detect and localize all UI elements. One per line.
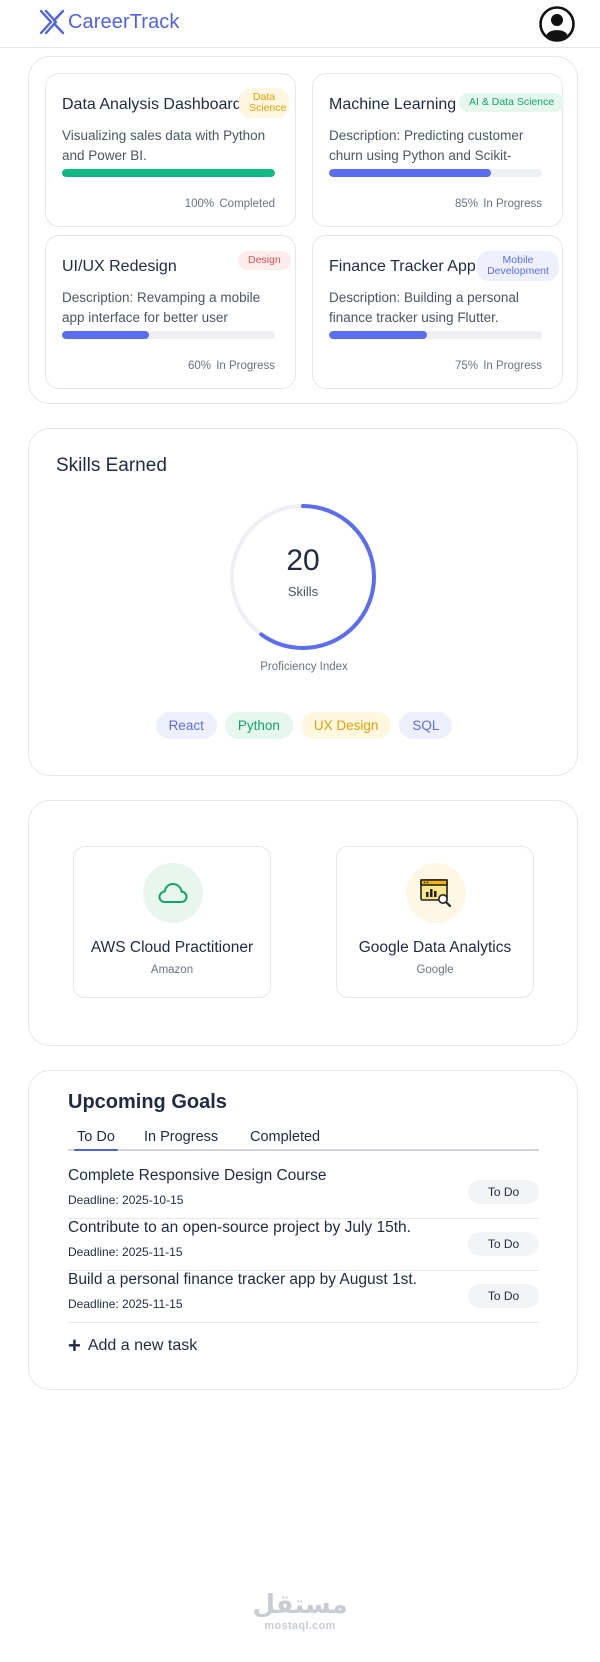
cloud-icon	[143, 863, 203, 923]
goal-text: Build a personal finance tracker app by …	[68, 1271, 417, 1288]
goal-item[interactable]: Build a personal finance tracker app by …	[68, 1271, 539, 1323]
goal-item[interactable]: Complete Responsive Design Course Deadli…	[68, 1167, 539, 1219]
goals-section: Upcoming Goals To Do In Progress Complet…	[28, 1070, 578, 1390]
watermark-arabic: مستقل	[252, 1590, 348, 1620]
top-header: CareerTrack	[0, 0, 600, 48]
goal-deadline: Deadline: 2025-11-15	[68, 1297, 183, 1311]
goal-status-button[interactable]: To Do	[468, 1180, 539, 1204]
project-status: 75% In Progress	[453, 360, 542, 372]
project-status: 85% In Progress	[453, 198, 542, 210]
project-progress-fill	[329, 331, 427, 339]
skill-tag-react[interactable]: React	[155, 712, 217, 739]
add-task-button[interactable]: + Add a new task	[68, 1333, 198, 1358]
project-progress-percent: 60%	[187, 360, 211, 372]
project-progress-fill	[329, 169, 491, 177]
skills-title: Skills Earned	[56, 455, 167, 476]
skill-tag-sql[interactable]: SQL	[399, 712, 453, 739]
skills-count: 20	[286, 544, 320, 577]
projects-section: Data Analysis Dashboard Data Science Vis…	[28, 56, 578, 404]
certificates-section: AWS Cloud Practitioner Amazon Google Dat…	[28, 800, 578, 1046]
project-progress-bar	[329, 331, 542, 339]
project-card-machine-learning[interactable]: Machine Learning AI & Data Science Descr…	[312, 73, 565, 227]
project-progress-percent: 75%	[454, 360, 478, 372]
skill-tag-ux-design[interactable]: UX Design	[300, 712, 392, 739]
project-status-text: In Progress	[483, 198, 542, 210]
project-category-badge: Data Science	[239, 88, 289, 118]
analytics-chart-icon	[406, 863, 466, 923]
tab-completed[interactable]: Completed	[250, 1129, 320, 1145]
add-task-label: Add a new task	[87, 1337, 198, 1354]
user-circle-icon[interactable]	[538, 5, 576, 43]
project-progress-bar	[62, 331, 275, 339]
proficiency-index-label: Proficiency Index	[260, 661, 348, 673]
project-card-finance-tracker[interactable]: Finance Tracker App Mobile Development D…	[312, 235, 563, 389]
project-progress-percent: 85%	[454, 198, 478, 210]
project-status: 100% Completed	[183, 198, 275, 210]
project-progress-fill	[62, 331, 150, 339]
logo-text: CareerTrack	[68, 10, 180, 33]
project-category-badge: AI & Data Science	[459, 93, 565, 112]
certificate-card-aws[interactable]: AWS Cloud Practitioner Amazon	[73, 846, 271, 998]
tab-in-progress[interactable]: In Progress	[144, 1129, 218, 1145]
watermark-logo: مستقل mostaql.com	[0, 1590, 600, 1632]
skill-tags: React Python UX Design SQL	[29, 712, 579, 739]
project-status-text: In Progress	[216, 360, 275, 372]
goal-tabs: To Do In Progress Completed	[68, 1127, 539, 1151]
goal-text: Complete Responsive Design Course	[68, 1167, 327, 1184]
certificate-issuer: Amazon	[150, 964, 194, 976]
certificate-issuer: Google	[416, 964, 454, 976]
plus-icon: +	[68, 1333, 81, 1358]
goal-text: Contribute to an open-source project by …	[68, 1219, 411, 1236]
skills-count-label: Skills	[287, 584, 319, 599]
x-logo-icon	[39, 9, 65, 35]
certificate-name: AWS Cloud Practitioner	[90, 939, 254, 956]
goal-deadline: Deadline: 2025-10-15	[68, 1193, 184, 1207]
project-progress-bar	[62, 169, 275, 177]
project-status-text: In Progress	[483, 360, 542, 372]
project-title: Finance Tracker App	[329, 258, 476, 275]
goal-status-button[interactable]: To Do	[468, 1232, 539, 1256]
project-status-text: Completed	[219, 198, 275, 210]
project-card-data-analysis[interactable]: Data Analysis Dashboard Data Science Vis…	[45, 73, 296, 227]
project-title: Machine Learning	[329, 96, 457, 113]
project-progress-fill	[62, 169, 275, 177]
skills-section: Skills Earned 20 Skills Proficiency Inde…	[28, 428, 578, 776]
tab-to-do[interactable]: To Do	[74, 1129, 118, 1151]
project-status: 60% In Progress	[186, 360, 275, 372]
skill-tag-python[interactable]: Python	[224, 712, 293, 739]
certificate-card-google[interactable]: Google Data Analytics Google	[336, 846, 534, 998]
app-logo[interactable]: CareerTrack	[38, 8, 180, 36]
watermark-latin: mostaql.com	[264, 1620, 336, 1632]
project-title: Data Analysis Dashboard	[62, 96, 242, 113]
project-progress-percent: 100%	[184, 198, 215, 210]
project-card-ui-ux[interactable]: UI/UX Redesign Design Description: Revam…	[45, 235, 296, 389]
goal-deadline: Deadline: 2025-11-15	[68, 1245, 183, 1259]
goal-status-button[interactable]: To Do	[468, 1284, 539, 1308]
project-category-badge: Mobile Development	[477, 251, 559, 281]
project-title: UI/UX Redesign	[62, 258, 177, 275]
goals-title: Upcoming Goals	[68, 1091, 227, 1113]
project-category-badge: Design	[238, 251, 291, 270]
goal-item[interactable]: Contribute to an open-source project by …	[68, 1219, 539, 1271]
project-progress-bar	[329, 169, 542, 177]
certificate-name: Google Data Analytics	[358, 939, 512, 956]
